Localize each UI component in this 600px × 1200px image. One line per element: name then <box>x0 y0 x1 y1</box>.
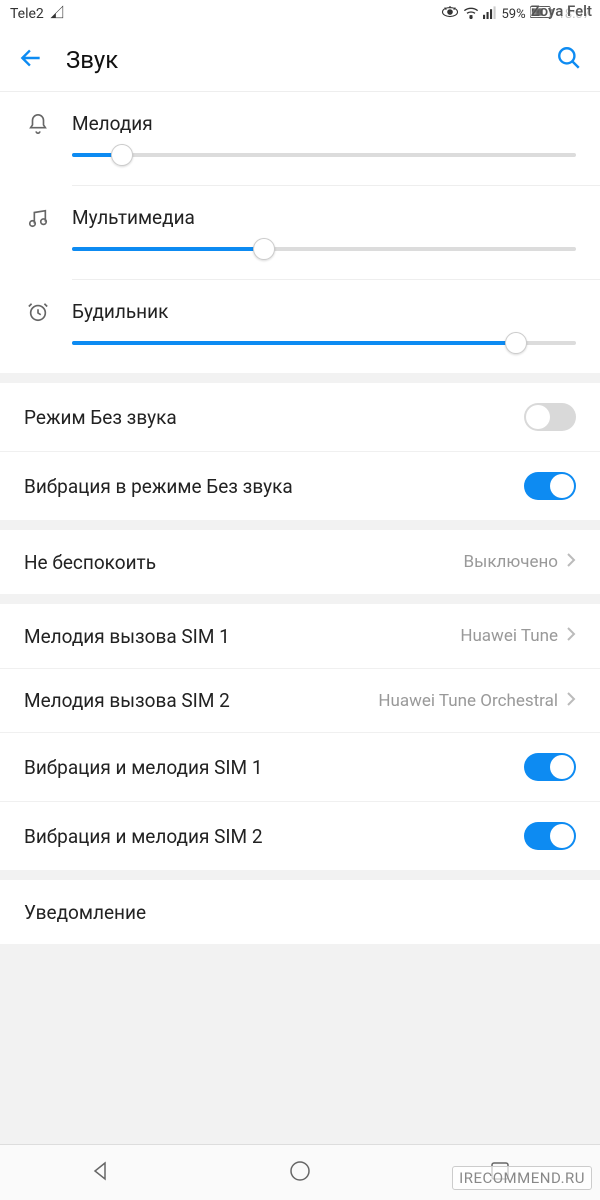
slider-label: Мультимедиа <box>72 206 195 229</box>
toggle-vibrate-sim2[interactable] <box>524 822 576 850</box>
watermark-bottom: IRECOMMEND.RU <box>452 1166 592 1190</box>
bell-icon <box>24 113 52 135</box>
carrier-label: Tele2 <box>10 6 44 22</box>
row-vibrate-sim2[interactable]: Вибрация и мелодия SIM 2 <box>0 801 600 870</box>
wifi-icon <box>463 5 479 23</box>
music-icon <box>24 207 52 229</box>
page-title: Звук <box>66 46 556 74</box>
header: Звук <box>0 28 600 92</box>
slider-label: Мелодия <box>72 112 153 135</box>
slider-ringtone: Мелодия <box>0 92 600 185</box>
search-button[interactable] <box>556 45 582 75</box>
chevron-right-icon <box>566 552 576 572</box>
row-label: Мелодия вызова SIM 2 <box>24 689 378 712</box>
chevron-right-icon <box>566 626 576 646</box>
slider-alarm: Будильник <box>0 280 600 373</box>
watermark-top: Zoya Felt <box>531 2 592 20</box>
row-ringtone-sim2[interactable]: Мелодия вызова SIM 2 Huawei Tune Orchest… <box>0 668 600 732</box>
ringtone-section: Мелодия вызова SIM 1 Huawei Tune Мелодия… <box>0 604 600 870</box>
row-label: Мелодия вызова SIM 1 <box>24 625 460 648</box>
back-button[interactable] <box>18 45 44 75</box>
toggle-silent-mode[interactable] <box>524 403 576 431</box>
slider-media: Мультимедиа <box>0 186 600 279</box>
dnd-section: Не беспокоить Выключено <box>0 530 600 594</box>
slider-media-track[interactable] <box>72 247 576 251</box>
row-label: Режим Без звука <box>24 406 524 429</box>
network-icon <box>50 5 64 23</box>
row-vibrate-sim1[interactable]: Вибрация и мелодия SIM 1 <box>0 732 600 801</box>
signal-icon <box>483 5 497 23</box>
row-silent-mode[interactable]: Режим Без звука <box>0 383 600 451</box>
toggle-vibrate-sim1[interactable] <box>524 753 576 781</box>
slider-alarm-track[interactable] <box>72 341 576 345</box>
row-label: Вибрация и мелодия SIM 1 <box>24 756 524 779</box>
status-bar: Tele2 59% 18:07 <box>0 0 600 28</box>
mode-section: Режим Без звука Вибрация в режиме Без зв… <box>0 383 600 520</box>
nav-home-button[interactable] <box>288 1159 312 1187</box>
row-label: Уведомление <box>24 901 576 924</box>
volume-section: Мелодия Мультимедиа Будильник <box>0 92 600 373</box>
row-ringtone-sim1[interactable]: Мелодия вызова SIM 1 Huawei Tune <box>0 604 600 668</box>
row-dnd[interactable]: Не беспокоить Выключено <box>0 530 600 594</box>
chevron-right-icon <box>566 691 576 711</box>
notification-section: Уведомление <box>0 880 600 944</box>
row-vibrate-silent[interactable]: Вибрация в режиме Без звука <box>0 451 600 520</box>
row-label: Вибрация в режиме Без звука <box>24 475 524 498</box>
row-value: Huawei Tune Orchestral <box>378 691 558 711</box>
alarm-icon <box>24 301 52 323</box>
row-notification[interactable]: Уведомление <box>0 880 600 944</box>
eye-icon <box>441 5 459 23</box>
row-label: Вибрация и мелодия SIM 2 <box>24 825 524 848</box>
row-value: Huawei Tune <box>460 626 558 646</box>
slider-ringtone-track[interactable] <box>72 153 576 157</box>
nav-back-button[interactable] <box>88 1159 112 1187</box>
row-value: Выключено <box>464 552 558 572</box>
toggle-vibrate-silent[interactable] <box>524 472 576 500</box>
row-label: Не беспокоить <box>24 551 464 574</box>
battery-pct: 59% <box>501 7 525 22</box>
slider-label: Будильник <box>72 300 168 323</box>
